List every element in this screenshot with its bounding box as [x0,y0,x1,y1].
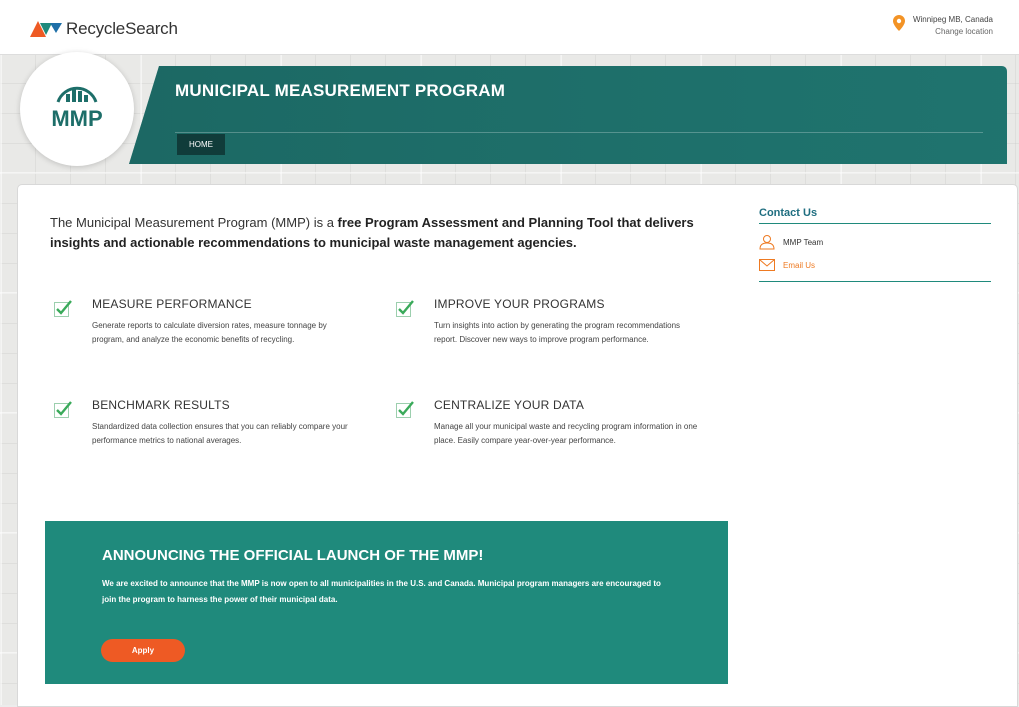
announcement-panel: ANNOUNCING THE OFFICIAL LAUNCH OF THE MM… [45,521,728,684]
location-text: Winnipeg MB, Canada [912,15,993,24]
contact-email-row[interactable]: Email Us [759,255,991,275]
feature-desc: Manage all your municipal waste and recy… [434,422,698,445]
feature-title: IMPROVE YOUR PROGRAMS [434,297,605,311]
feature-desc: Turn insights into action by generating … [434,321,681,344]
contact-title: Contact Us [759,207,991,224]
logo-text: MMP [51,106,102,131]
tab-home[interactable]: HOME [177,134,225,155]
contact-panel: Contact Us MMP Team Email Us [759,207,991,282]
intro-program-assessment: Program Assessment and Planning Tool [365,215,614,230]
banner-divider [175,132,983,133]
intro-text: The Municipal Measurement Program (MMP) … [50,213,710,253]
contact-team-row[interactable]: MMP Team [759,232,991,252]
feature-desc: Standardized data collection ensures tha… [92,422,348,445]
apply-button[interactable]: Apply [101,639,185,662]
brand-name: RecycleSearch [66,19,178,38]
location-pin-icon [892,15,905,31]
change-location-link[interactable]: Change location [913,26,993,38]
checkmark-icon [54,300,72,317]
checkmark-icon [396,300,414,317]
announcement-text: We are excited to announce that the MMP … [102,579,661,604]
checkmark-icon [54,401,72,418]
main-card: The Municipal Measurement Program (MMP) … [17,184,1018,707]
mmp-logo[interactable]: MMP [20,52,134,166]
feature-title: MEASURE PERFORMANCE [92,297,252,311]
feature-title: BENCHMARK RESULTS [92,398,230,412]
person-icon [759,235,775,250]
location-widget: Winnipeg MB, Canada Change location [892,14,993,38]
email-link[interactable]: Email Us [783,261,815,270]
intro-part1: The Municipal Measurement Program (MMP) … [50,215,338,230]
top-bar: RecycleSearch Winnipeg MB, Canada Change… [0,0,1019,55]
envelope-icon [759,259,775,271]
contact-team: MMP Team [783,237,824,247]
announcement-title: ANNOUNCING THE OFFICIAL LAUNCH OF THE MM… [102,547,484,564]
intro-free: free [337,215,362,230]
program-banner: MUNICIPAL MEASUREMENT PROGRAM HOME [129,66,1007,164]
banner-title: MUNICIPAL MEASUREMENT PROGRAM [175,81,506,100]
contact-divider [759,281,991,282]
feature-desc: Generate reports to calculate diversion … [92,321,327,344]
brand-logo[interactable]: RecycleSearch [30,19,178,39]
mmp-logo-icon: MMP [51,86,103,131]
recyclesearch-logo-icon [30,21,62,37]
feature-title: CENTRALIZE YOUR DATA [434,398,585,412]
checkmark-icon [396,401,414,418]
